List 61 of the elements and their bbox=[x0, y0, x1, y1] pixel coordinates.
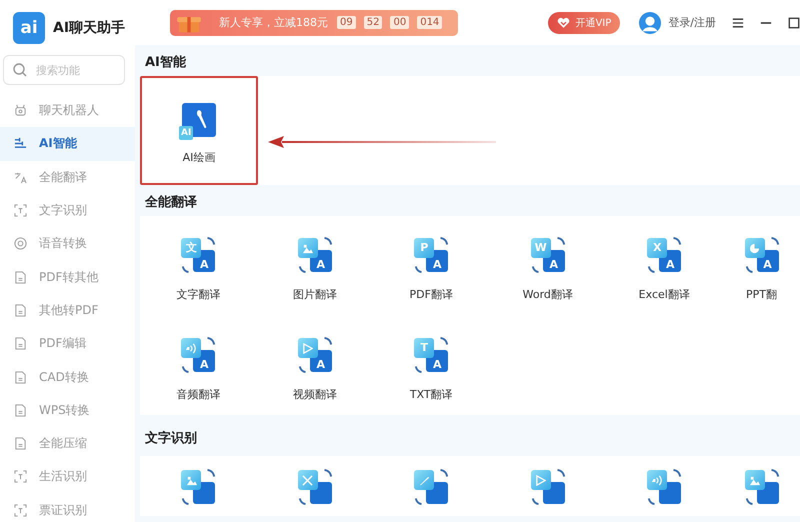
app-logo: ai bbox=[13, 12, 45, 44]
app-title: AI聊天助手 bbox=[53, 19, 126, 37]
countdown-digits: 09 bbox=[337, 16, 356, 29]
feature-tile[interactable]: A 图片翻译 bbox=[256, 216, 373, 316]
sidebar-item[interactable]: 票证识别 bbox=[0, 494, 135, 522]
document-icon bbox=[14, 404, 27, 417]
nodes-icon bbox=[14, 137, 27, 150]
robot-icon bbox=[14, 104, 27, 118]
play-translate-icon bbox=[528, 468, 567, 506]
feature-tile[interactable]: A PPT翻 bbox=[722, 216, 800, 316]
sidebar-item[interactable]: 全能翻译 bbox=[0, 160, 135, 194]
section-title: 全能翻译 bbox=[144, 194, 198, 212]
countdown-digits: 00 bbox=[390, 16, 410, 29]
countdown-digits: 52 bbox=[364, 16, 382, 29]
sound-translate-icon bbox=[645, 468, 684, 506]
scan-frame-icon bbox=[14, 470, 27, 484]
image-translate-icon bbox=[179, 468, 218, 506]
image-translate-icon bbox=[742, 468, 780, 506]
sidebar-item[interactable]: 其他转PDF bbox=[0, 294, 135, 328]
feature-tile[interactable]: X A Excel翻译 bbox=[606, 216, 722, 316]
heart-icon bbox=[557, 16, 570, 28]
sidebar-item[interactable]: 聊天机器人 bbox=[0, 94, 135, 128]
sidebar-item[interactable]: WPS转换 bbox=[0, 394, 135, 427]
sidebar-item[interactable]: CAD转换 bbox=[0, 360, 135, 394]
sidebar-item[interactable]: 全能压缩 bbox=[0, 426, 135, 460]
pen-translate-icon bbox=[412, 468, 450, 506]
document-icon bbox=[14, 337, 27, 350]
document-icon bbox=[14, 304, 27, 317]
translate-icon bbox=[14, 170, 27, 184]
feature-tile[interactable]: W A Word翻译 bbox=[490, 216, 606, 316]
sidebar-item[interactable]: 语音转换 bbox=[0, 227, 135, 260]
avatar-icon[interactable] bbox=[639, 12, 662, 34]
document-icon bbox=[14, 370, 27, 384]
sidebar-item[interactable]: 文字识别 bbox=[0, 194, 135, 228]
feature-tile[interactable]: P A PDF翻译 bbox=[373, 216, 490, 316]
section-title: AI智能 bbox=[144, 54, 187, 72]
feature-tile[interactable]: A 视频翻译 bbox=[256, 316, 373, 416]
feature-tile[interactable]: A 音频翻译 bbox=[140, 316, 256, 416]
promo-text: 新人专享，立减188元 bbox=[219, 15, 328, 30]
menu-icon[interactable] bbox=[732, 16, 744, 28]
section-title: 文字识别 bbox=[144, 430, 198, 448]
document-icon bbox=[14, 437, 27, 450]
scan-frame-icon bbox=[14, 204, 27, 218]
sidebar-item[interactable]: PDF转其他 bbox=[0, 260, 135, 294]
countdown-digits: 014 bbox=[417, 16, 442, 29]
search-field[interactable]: 搜索功能 bbox=[3, 55, 125, 85]
document-icon bbox=[14, 270, 27, 284]
scissors-translate-icon bbox=[296, 468, 334, 506]
login-link[interactable]: 登录/注册 bbox=[668, 15, 716, 30]
sidebar-item[interactable]: 生活识别 bbox=[0, 460, 135, 494]
maximize-icon[interactable] bbox=[788, 16, 800, 28]
scan-frame-icon bbox=[14, 504, 27, 517]
vip-button[interactable]: 开通VIP bbox=[548, 12, 620, 34]
promo-banner[interactable]: 新人专享，立减188元 09 52 00 014 bbox=[170, 10, 458, 36]
feature-tile[interactable]: T A TXT翻译 bbox=[373, 316, 490, 416]
feature-tile[interactable]: 文 A 文字翻译 bbox=[140, 216, 256, 316]
sidebar-item[interactable]: AI智能 bbox=[0, 127, 135, 161]
paintbrush-icon: AI bbox=[182, 103, 216, 137]
search-icon bbox=[12, 62, 28, 78]
sidebar-item[interactable]: PDF编辑 bbox=[0, 327, 135, 360]
disc-icon bbox=[14, 237, 27, 250]
